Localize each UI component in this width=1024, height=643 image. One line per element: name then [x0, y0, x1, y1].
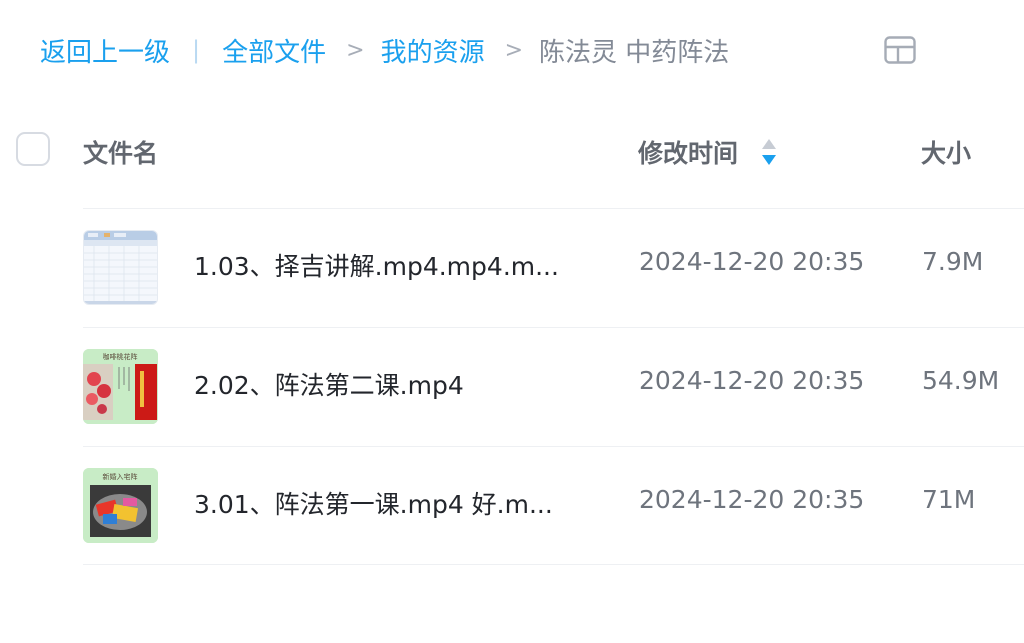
thumbnail-caption: 咖啡桃花阵: [103, 352, 138, 361]
column-header-name[interactable]: 文件名: [83, 134, 158, 170]
column-header-modified[interactable]: 修改时间: [638, 134, 778, 170]
file-row[interactable]: 1.03、择吉讲解.mp4.mp4.m... 2024-12-20 20:35 …: [0, 209, 1024, 327]
file-name[interactable]: 3.01、阵法第一课.mp4 好.m...: [194, 485, 553, 521]
breadcrumb-my-resources[interactable]: 我的资源: [381, 32, 485, 69]
file-name[interactable]: 2.02、阵法第二课.mp4: [194, 366, 464, 402]
sort-icon[interactable]: [760, 137, 778, 167]
breadcrumb-separator: >: [346, 37, 365, 63]
file-size: 71M: [922, 485, 976, 514]
back-link[interactable]: 返回上一级: [40, 32, 170, 69]
file-modified-time: 2024-12-20 20:35: [639, 485, 865, 514]
file-modified-time: 2024-12-20 20:35: [639, 247, 865, 276]
column-header-modified-label: 修改时间: [638, 139, 739, 168]
file-name[interactable]: 1.03、择吉讲解.mp4.mp4.m...: [194, 247, 559, 283]
file-modified-time: 2024-12-20 20:35: [639, 366, 865, 395]
breadcrumb-all-files[interactable]: 全部文件: [222, 32, 326, 69]
file-size: 7.9M: [922, 247, 984, 276]
file-size: 54.9M: [922, 366, 1000, 395]
spreadsheet-thumbnail-icon: [83, 230, 158, 305]
file-list-header: 文件名 修改时间 大小: [0, 130, 1024, 176]
file-row[interactable]: 咖啡桃花阵 2.02、阵法第二课.mp4 2024-12-20 20:35 54…: [0, 328, 1024, 446]
video-thumbnail-icon: 新婚入宅阵: [83, 468, 158, 543]
layout-view-icon[interactable]: [884, 36, 916, 64]
breadcrumb: 返回上一级 | 全部文件 > 我的资源 > 陈法灵 中药阵法: [40, 30, 729, 70]
column-header-size[interactable]: 大小: [921, 134, 971, 170]
thumbnail-caption: 新婚入宅阵: [103, 472, 138, 481]
breadcrumb-separator: >: [504, 37, 524, 63]
breadcrumb-current-folder: 陈法灵 中药阵法: [539, 37, 730, 68]
file-row[interactable]: 新婚入宅阵 3.01、阵法第一课.mp4 好.m... 2024-12-20 2…: [0, 447, 1024, 565]
breadcrumb-divider: |: [192, 36, 201, 64]
video-thumbnail-icon: 咖啡桃花阵: [83, 349, 158, 424]
row-divider: [83, 564, 1024, 565]
select-all-checkbox[interactable]: [16, 132, 50, 166]
